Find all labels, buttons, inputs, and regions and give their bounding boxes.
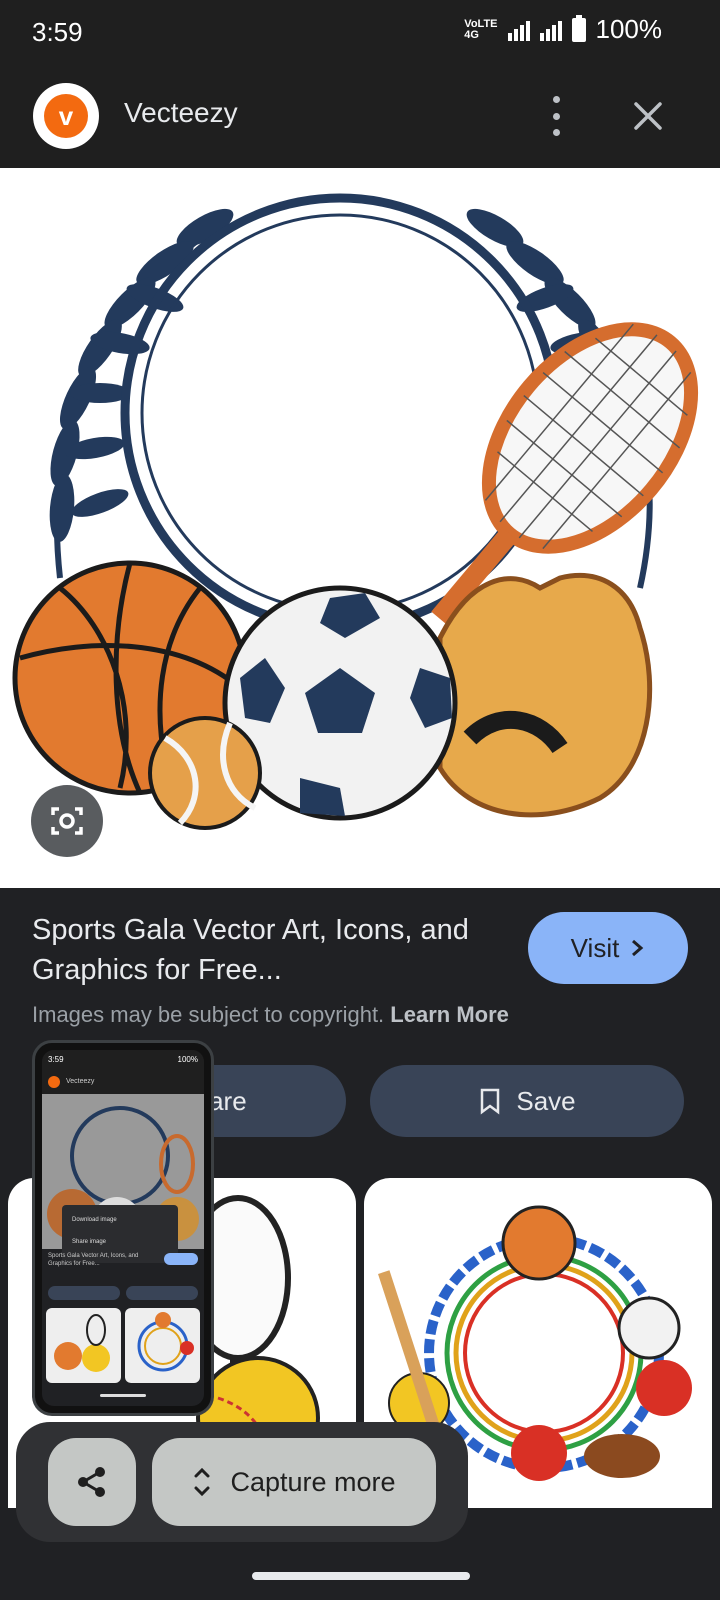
site-logo[interactable]: v [33,83,99,149]
screenshot-share-button[interactable] [48,1438,136,1526]
lens-button[interactable] [31,785,103,857]
thumbnail-card [125,1308,200,1383]
visit-label: Visit [570,932,620,963]
thumbnail-header: Vecteezy [42,1072,204,1094]
chevron-right-icon [632,939,644,957]
status-icons: VoLTE 4G 100% [464,14,662,45]
save-button[interactable]: Save [370,1065,684,1137]
thumbnail-gesture-bar [100,1394,146,1397]
thumbnail-screen: 3:59 100% Vecteezy Download image Share … [42,1050,204,1406]
vecteezy-logo-icon: v [44,94,88,138]
gesture-nav-bar[interactable] [252,1572,470,1580]
more-options-icon[interactable] [540,96,572,136]
network-type-label: VoLTE 4G [464,17,498,41]
capture-more-label: Capture more [230,1466,396,1497]
save-label: Save [516,1085,576,1116]
result-image[interactable] [0,168,720,888]
thumbnail-logo [48,1076,60,1088]
google-lens-icon [51,807,83,835]
signal-icon [507,19,530,41]
expand-vertical-icon [194,1467,210,1497]
thumbnail-save [126,1286,198,1300]
capture-more-button[interactable]: Capture more [152,1438,436,1526]
screenshot-thumbnail[interactable]: 3:59 100% Vecteezy Download image Share … [32,1040,214,1416]
thumbnail-share [48,1286,120,1300]
status-time: 3:59 [32,17,83,47]
site-name: Vecteezy [124,97,238,128]
thumbnail-status-bar: 3:59 100% [42,1050,204,1072]
close-icon[interactable] [628,96,668,136]
signal-icon-2 [539,19,562,41]
copyright-notice: Images may be subject to copyright. Lear… [32,1002,509,1027]
visit-button[interactable]: Visit [528,912,688,984]
result-title: Sports Gala Vector Art, Icons, and Graph… [32,914,469,986]
learn-more-link[interactable]: Learn More [390,1002,509,1027]
bookmark-icon [481,1088,500,1115]
sports-emblem-illustration [12,193,699,830]
viewer-header: v Vecteezy [0,66,720,168]
status-bar: 3:59 VoLTE 4G 100% [0,0,720,66]
battery-icon [571,14,586,42]
thumbnail-card [46,1308,121,1383]
share-icon [78,1467,105,1497]
thumbnail-visit [164,1253,198,1265]
battery-percent: 100% [595,14,663,44]
